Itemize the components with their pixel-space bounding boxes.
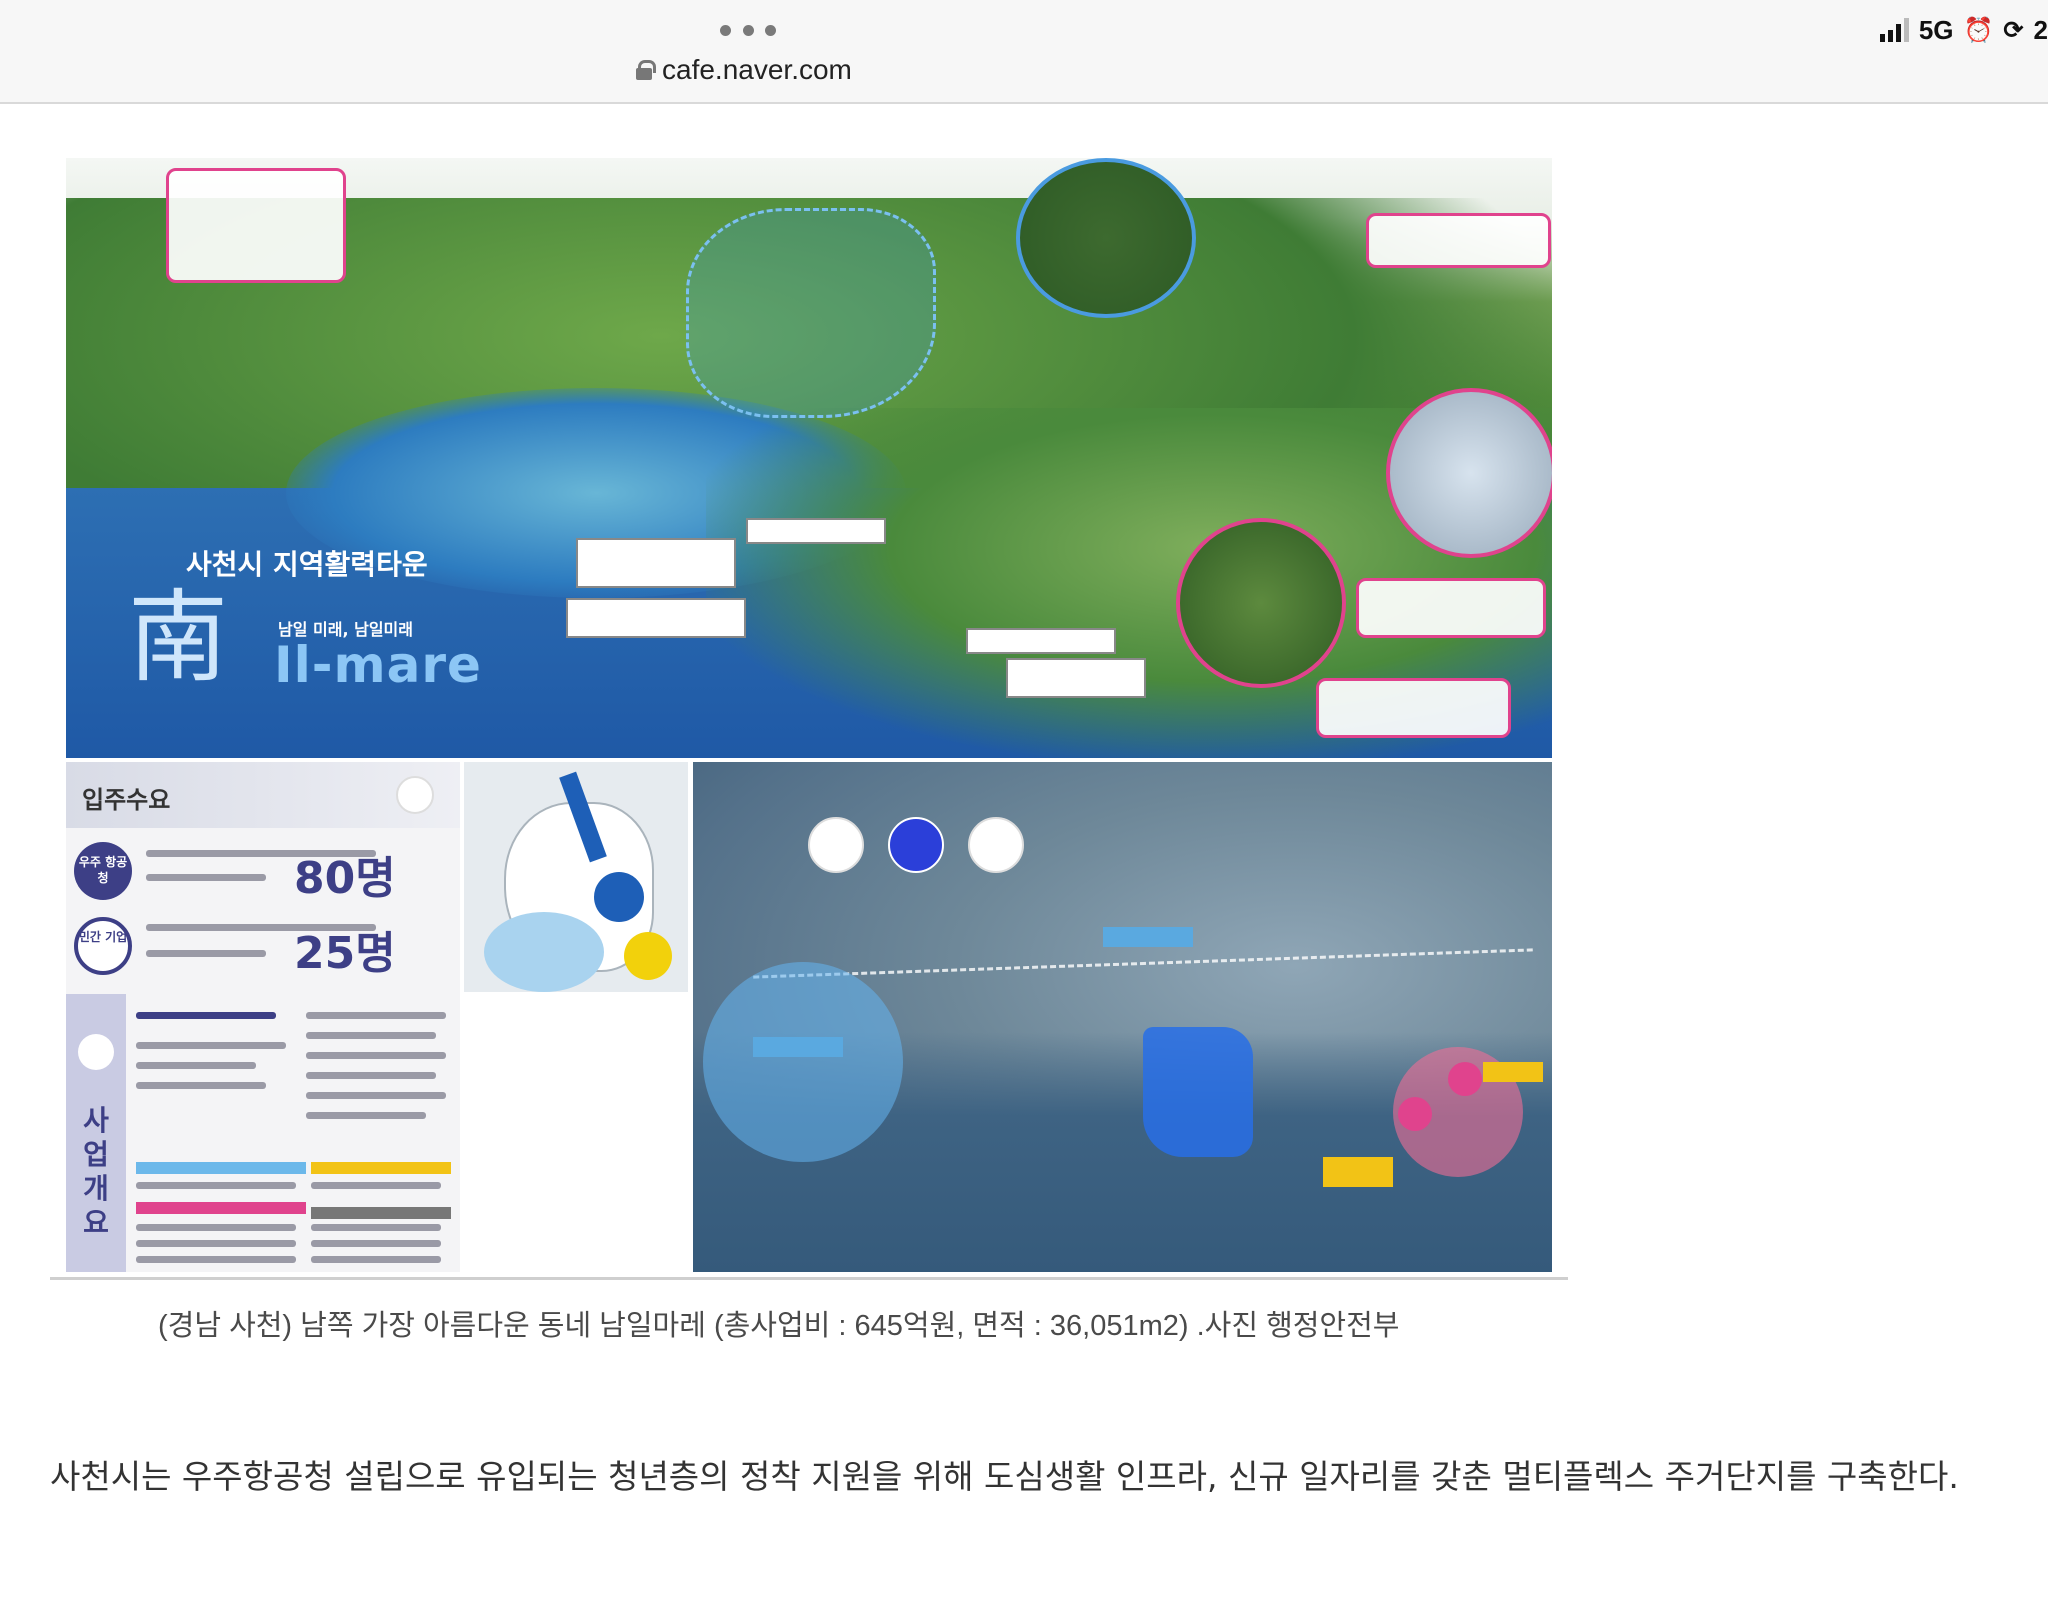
address-bar[interactable]: cafe.naver.com <box>636 50 852 90</box>
forest-zone <box>686 208 936 418</box>
detail-circle-interior <box>1386 388 1552 558</box>
image-caption: (경남 사천) 남쪽 가장 아름다운 동네 남일마레 (총사업비 : 645억원… <box>158 1310 1400 1342</box>
satellite-map <box>693 762 1552 1272</box>
rotation-lock-icon: ⟳ <box>2003 16 2024 44</box>
overview-label: 사업개요 <box>83 1104 109 1239</box>
callout-box <box>1366 213 1551 268</box>
ilmare-logo: Il-mare <box>274 636 482 694</box>
location-map <box>464 762 688 992</box>
more-options-icon[interactable] <box>720 20 776 40</box>
location-marker <box>594 872 644 922</box>
map-label <box>1483 1062 1543 1082</box>
zone-area <box>1143 1027 1253 1157</box>
callout-box <box>1356 578 1546 638</box>
browser-top-bar: cafe.naver.com 5G ⏰ ⟳ 2 <box>0 0 2048 104</box>
network-node <box>888 817 944 873</box>
network-label: 5G <box>1918 14 1954 45</box>
map-label <box>753 1037 843 1057</box>
callout-box <box>166 168 346 283</box>
signal-icon <box>1879 18 1909 42</box>
emblem-icon <box>396 776 434 814</box>
overview-tab: 사업개요 <box>66 994 126 1272</box>
emblem-icon <box>78 1034 114 1070</box>
map-label <box>1103 927 1193 947</box>
hanja-logo: 南 <box>128 579 228 696</box>
article-paragraph: 사천시는 우주항공청 설립으로 유입되는 청년층의 정착 지원을 위해 도심생활… <box>50 1457 1959 1496</box>
private-company-badge: 민간 기업 <box>74 917 132 975</box>
callout-box <box>1316 678 1511 738</box>
highlight-marker <box>624 932 672 980</box>
private-company-count: 25명 <box>294 928 396 979</box>
lock-icon <box>636 60 656 80</box>
callout-label <box>746 518 886 544</box>
aerial-rendering: 사천시 지역활력타운 南 남일 미래, 남일미래 Il-mare <box>66 158 1552 758</box>
demand-panel: 입주수요 우주 항공청 80명 민간 기업 25명 사업개요 <box>66 762 460 1272</box>
town-title: 사천시 지역활력타운 <box>186 548 428 581</box>
article-image[interactable]: 사천시 지역활력타운 南 남일 미래, 남일미래 Il-mare 입주수요 우주… <box>50 150 1568 1280</box>
map-label <box>1323 1157 1393 1187</box>
network-node <box>808 817 864 873</box>
alarm-icon: ⏰ <box>1963 16 1994 44</box>
network-node <box>968 817 1024 873</box>
callout-label <box>1006 658 1146 698</box>
zone-circle <box>703 962 903 1162</box>
url-text: cafe.naver.com <box>662 54 852 85</box>
space-agency-count: 80명 <box>294 853 396 904</box>
status-bar: 5G ⏰ ⟳ 2 <box>1879 10 2048 50</box>
site-marker <box>1398 1097 1432 1131</box>
detail-circle-forest <box>1016 158 1196 318</box>
battery-level: 2 <box>2033 14 2048 45</box>
callout-label <box>966 628 1116 654</box>
detail-circle-trail <box>1176 518 1346 688</box>
callout-label <box>566 598 746 638</box>
demand-title: 입주수요 <box>82 786 171 814</box>
callout-label <box>576 538 736 588</box>
site-marker <box>1448 1062 1482 1096</box>
space-agency-badge: 우주 항공청 <box>74 842 132 900</box>
